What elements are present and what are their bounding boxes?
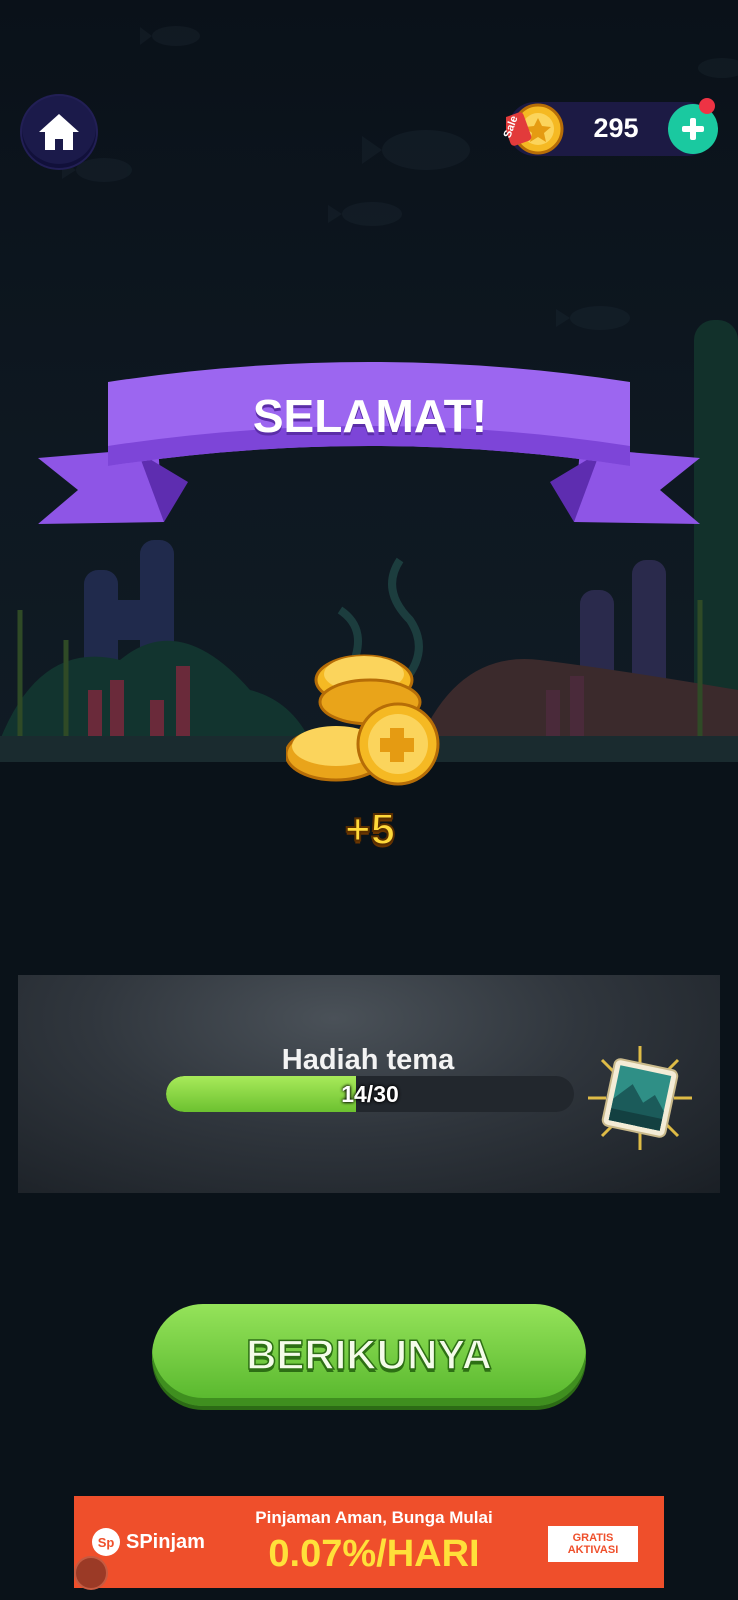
next-button-label: BERIKUNYA bbox=[245, 1330, 492, 1379]
coin-stack-icon bbox=[286, 654, 440, 786]
ad-rate: 0.07%/HARI bbox=[268, 1533, 480, 1575]
theme-reward-title: Hadiah tema bbox=[281, 1044, 455, 1076]
ad-headline: Pinjaman Aman, Bunga Mulai bbox=[255, 1508, 493, 1527]
ad-cta-button[interactable]: GRATIS AKTIVASI bbox=[548, 1526, 638, 1562]
theme-progress-text: 14/30 bbox=[341, 1081, 399, 1107]
home-button[interactable] bbox=[22, 96, 96, 168]
picture-card-icon bbox=[588, 1046, 692, 1150]
notification-dot bbox=[699, 98, 715, 114]
congrats-title: SELAMAT! bbox=[252, 390, 488, 442]
plus-icon bbox=[682, 118, 704, 140]
reward-amount: +5 bbox=[344, 804, 396, 855]
ad-brand: SPinjam bbox=[126, 1530, 205, 1553]
ad-logo: Sp SPinjam bbox=[92, 1522, 205, 1562]
ad-info-badge[interactable] bbox=[74, 1556, 108, 1590]
home-icon bbox=[39, 114, 79, 150]
ad-banner[interactable]: Sp SPinjam Pinjaman Aman, Bunga Mulai 0.… bbox=[74, 1496, 664, 1588]
coin-balance: 295 bbox=[593, 113, 639, 143]
spinjam-logo-icon: Sp bbox=[92, 1528, 120, 1556]
next-button[interactable]: BERIKUNYA bbox=[152, 1304, 586, 1406]
